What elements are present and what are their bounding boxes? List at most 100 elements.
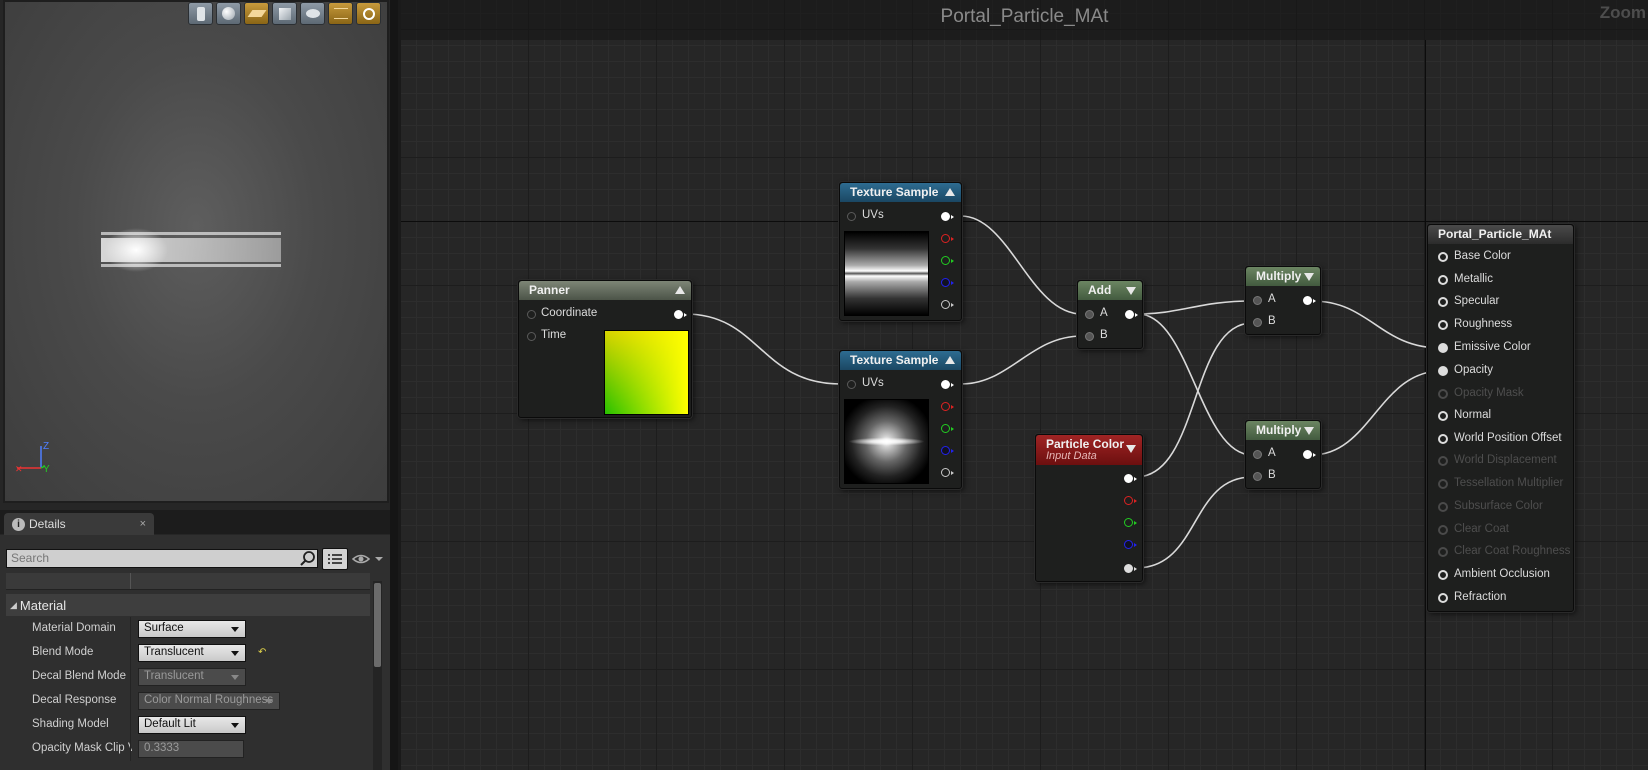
search-icon[interactable]	[299, 550, 317, 568]
output-pin-g[interactable]	[941, 424, 954, 433]
output-pin-r[interactable]	[1124, 496, 1137, 505]
realtime-icon[interactable]	[356, 2, 381, 25]
input-pin-a[interactable]	[1253, 450, 1262, 459]
pin-label: World Position Offset	[1454, 432, 1562, 444]
custom-mesh-icon[interactable]	[300, 2, 325, 25]
output-pin[interactable]	[1303, 450, 1316, 459]
node-header[interactable]: Panner	[519, 281, 691, 300]
output-pin-g[interactable]	[941, 256, 954, 265]
multiply-node-2[interactable]: Multiply A B	[1245, 420, 1321, 489]
node-header[interactable]: Portal_Particle_MAt	[1428, 225, 1573, 244]
texture-sample-node-2[interactable]: Texture Sample UVs	[839, 350, 962, 489]
panel-splitter[interactable]	[390, 0, 398, 770]
collapse-arrow-icon[interactable]	[1304, 427, 1314, 435]
blend-mode-dropdown[interactable]: Translucent	[138, 644, 246, 662]
input-pin-specular[interactable]	[1438, 297, 1448, 307]
output-pin[interactable]	[1303, 296, 1316, 305]
output-pin-b[interactable]	[1124, 540, 1137, 549]
input-pin-clear-coat	[1438, 525, 1448, 535]
add-node[interactable]: Add A B	[1077, 280, 1143, 349]
details-tab[interactable]: i Details ×	[4, 513, 154, 535]
output-pin-a[interactable]	[941, 300, 954, 309]
node-header[interactable]: Texture Sample	[840, 351, 961, 370]
node-header[interactable]: Multiply	[1246, 267, 1320, 286]
output-pin-rgb[interactable]	[941, 380, 954, 389]
dropdown-value: Translucent	[144, 646, 204, 658]
dropdown-value: Color Normal Roughness	[144, 694, 274, 706]
node-header[interactable]: Multiply	[1246, 421, 1320, 440]
pin-label: UVs	[862, 377, 884, 389]
material-section-header[interactable]: ◢ Material	[6, 594, 370, 616]
particle-color-node[interactable]: Particle Color Input Data	[1035, 434, 1143, 582]
output-pin-rgb[interactable]	[1124, 474, 1137, 483]
view-options-button[interactable]	[322, 548, 348, 570]
output-pin-g[interactable]	[1124, 518, 1137, 527]
cylinder-icon[interactable]	[188, 2, 213, 25]
input-pin-b[interactable]	[1253, 318, 1262, 327]
input-pin-a[interactable]	[1253, 296, 1262, 305]
plane-icon[interactable]	[244, 2, 269, 25]
node-title: Panner	[529, 283, 570, 297]
panner-preview-thumbnail	[604, 330, 689, 415]
input-pin-uvs[interactable]	[847, 212, 856, 221]
input-pin-b[interactable]	[1253, 472, 1262, 481]
input-pin-base-color[interactable]	[1438, 252, 1448, 262]
input-pin-a[interactable]	[1085, 310, 1094, 319]
output-pin[interactable]	[1125, 310, 1138, 319]
collapse-arrow-icon[interactable]	[1304, 273, 1314, 281]
zoom-label: Zoom	[1599, 3, 1646, 22]
collapse-arrow-icon[interactable]	[675, 286, 685, 294]
material-result-node[interactable]: Portal_Particle_MAt Base Color Metallic …	[1427, 224, 1574, 612]
close-icon[interactable]: ×	[140, 518, 146, 530]
texture-sample-node-1[interactable]: Texture Sample UVs	[839, 182, 962, 321]
input-pin-b[interactable]	[1085, 332, 1094, 341]
node-header[interactable]: Texture Sample	[840, 183, 961, 202]
input-pin-normal[interactable]	[1438, 411, 1448, 421]
details-scrollbar-thumb[interactable]	[374, 583, 381, 667]
collapse-arrow-icon[interactable]	[945, 188, 955, 196]
search-input[interactable]: Search	[6, 549, 318, 568]
pin-label: Opacity	[1454, 364, 1493, 376]
input-pin-emissive-color[interactable]	[1438, 343, 1448, 353]
collapse-arrow-icon[interactable]	[1126, 445, 1136, 453]
property-label: Shading Model	[32, 718, 109, 730]
pin-label: Subsurface Color	[1454, 500, 1543, 512]
pin-label: Clear Coat	[1454, 523, 1509, 535]
input-pin-roughness[interactable]	[1438, 320, 1448, 330]
output-pin-r[interactable]	[941, 402, 954, 411]
grid-icon[interactable]	[328, 2, 353, 25]
input-pin-time[interactable]	[527, 332, 536, 341]
input-pin-metallic[interactable]	[1438, 275, 1448, 285]
input-pin-uvs[interactable]	[847, 380, 856, 389]
property-label: Decal Blend Mode	[32, 670, 126, 682]
visibility-eye-icon[interactable]	[352, 551, 386, 567]
property-label: Material Domain	[32, 622, 116, 634]
node-title: Texture Sample	[850, 353, 939, 367]
cube-icon[interactable]	[272, 2, 297, 25]
material-preview-viewport[interactable]: Z Y ✕	[3, 0, 389, 503]
sphere-icon[interactable]	[216, 2, 241, 25]
output-pin-r[interactable]	[941, 234, 954, 243]
node-header[interactable]: Add	[1078, 281, 1142, 300]
output-pin-b[interactable]	[941, 278, 954, 287]
texture-preview-thumbnail	[844, 231, 929, 316]
collapse-arrow-icon[interactable]	[945, 356, 955, 364]
reset-to-default-icon[interactable]: ↶	[258, 647, 266, 658]
input-pin-refraction[interactable]	[1438, 593, 1448, 603]
output-pin[interactable]	[674, 310, 687, 319]
output-pin-b[interactable]	[941, 446, 954, 455]
input-pin-coordinate[interactable]	[527, 310, 536, 319]
node-header[interactable]: Particle Color Input Data	[1036, 435, 1142, 465]
collapse-arrow-icon[interactable]	[1126, 287, 1136, 295]
input-pin-ambient-occlusion[interactable]	[1438, 570, 1448, 580]
node-title: Portal_Particle_MAt	[1438, 227, 1552, 241]
material-domain-dropdown[interactable]: Surface	[138, 620, 246, 638]
output-pin-a[interactable]	[1124, 564, 1137, 573]
output-pin-rgb[interactable]	[941, 212, 954, 221]
panner-node[interactable]: Panner Coordinate Time	[518, 280, 692, 418]
input-pin-world-position-offset[interactable]	[1438, 434, 1448, 444]
shading-model-dropdown[interactable]: Default Lit	[138, 716, 246, 734]
output-pin-a[interactable]	[941, 468, 954, 477]
input-pin-opacity[interactable]	[1438, 366, 1448, 376]
multiply-node-1[interactable]: Multiply A B	[1245, 266, 1321, 335]
